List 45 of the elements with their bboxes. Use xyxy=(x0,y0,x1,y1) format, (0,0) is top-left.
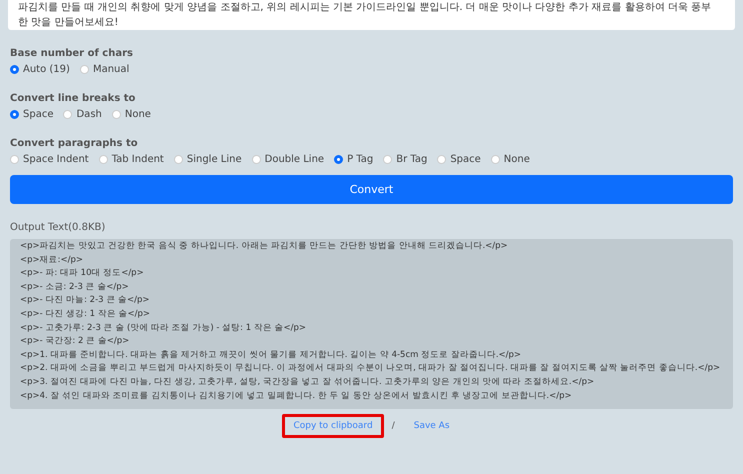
output-line: <p>1. 대파를 준비합니다. 대파는 흙을 제거하고 깨끗이 씻어 물기를 제거합니다. 길이는 약 4-5cm 정도로 잘라줍니다.</p> xyxy=(20,348,522,362)
radio-option[interactable]: Space xyxy=(437,154,481,165)
radio-option[interactable]: Br Tag xyxy=(383,154,428,165)
option-group-label: Base number of chars xyxy=(10,48,133,59)
radio-icon[interactable] xyxy=(437,155,446,164)
option-group-label: Convert line breaks to xyxy=(10,93,136,104)
radio-option[interactable]: Double Line xyxy=(252,154,324,165)
radio-icon[interactable] xyxy=(334,155,344,164)
radio-icon[interactable] xyxy=(490,155,500,164)
output-line: <p>파김치는 맛있고 건강한 한국 음식 중 하나입니다. 아래는 파김치를 만드는 간단한 방법을 안내해 드리겠습니다.</p> xyxy=(20,240,508,253)
radio-icon[interactable] xyxy=(63,110,72,119)
radio-icon[interactable] xyxy=(174,155,183,164)
separator-slash: / xyxy=(392,421,395,431)
output-label: Output Text(0.8KB) xyxy=(10,222,106,233)
radio-option[interactable]: Auto (19) xyxy=(10,64,70,75)
radio-icon[interactable] xyxy=(10,110,19,119)
radio-icon[interactable] xyxy=(10,155,19,164)
radio-icon[interactable] xyxy=(112,110,121,119)
radio-option[interactable]: Tab Indent xyxy=(98,154,164,165)
radio-icon[interactable] xyxy=(80,65,89,74)
radio-option[interactable]: Space Indent xyxy=(10,154,89,165)
option-group-label: Convert paragraphs to xyxy=(10,138,138,149)
radio-option[interactable]: Single Line xyxy=(174,154,242,165)
radio-option[interactable]: Space xyxy=(10,109,54,120)
radio-option[interactable]: None xyxy=(112,109,151,120)
radio-option[interactable]: None xyxy=(490,154,530,165)
output-line: <p>3. 절여진 대파에 다진 마늘, 다진 생강, 고춧가루, 설탕, 국간장을 넣고 잘 섞어줍니다. 고춧가루의 양은 개인의 맛에 따라 조절하세요.</p> xyxy=(20,376,594,389)
radio-icon[interactable] xyxy=(383,155,392,164)
input-text-area[interactable]: 파김치를 만들 때 개인의 취향에 맞게 양념을 조절하고, 위의 레시피는 기본 가이드라인일 뿐입니다. 더 매운 맛이나 다양한 추가 재료를 활용하여 더욱 풍부한 맛을 만들어보세요! xyxy=(8,0,735,30)
output-line: <p>- 소금: 2-3 큰 술</p> xyxy=(20,280,129,294)
radio-option[interactable]: P Tag xyxy=(334,154,374,165)
output-line: <p>재료:</p> xyxy=(20,254,84,267)
output-line: <p>- 고춧가루: 2-3 큰 술 (맛에 따라 조절 가능) - 설탕: 1 작은 술</p> xyxy=(20,322,306,335)
output-line: <p>- 다진 마늘: 2-3 큰 술</p> xyxy=(20,294,150,308)
output-line: <p>- 다진 생강: 1 작은 술</p> xyxy=(20,308,150,321)
output-line: <p>- 파: 대파 10대 정도</p> xyxy=(20,267,144,280)
output-line: <p>4. 잘 섞인 대파와 조미료를 김치통이나 김치용기에 넣고 밀폐합니다. 한 두 일 동안 상온에서 발효시킨 후 냉장고에 보관합니다.</p> xyxy=(20,390,572,403)
output-line: <p>- 국간장: 2 큰 술</p> xyxy=(20,335,130,348)
output-line: <p>2. 대파에 소금을 뿌리고 부드럽게 마사지하듯이 무칩니다. 이 과정에서 대파의 수분이 나오며, 대파가 잘 절여집니다. 대파를 잘 절여지도록 살짝 눌러주면 좋습니다.</p> xyxy=(20,362,720,376)
convert-button[interactable]: Convert xyxy=(10,175,733,204)
radio-icon[interactable] xyxy=(10,65,19,74)
radio-icon[interactable] xyxy=(98,155,108,164)
radio-icon[interactable] xyxy=(252,155,261,164)
radio-option[interactable]: Manual xyxy=(80,64,130,75)
radio-option[interactable]: Dash xyxy=(63,109,102,120)
